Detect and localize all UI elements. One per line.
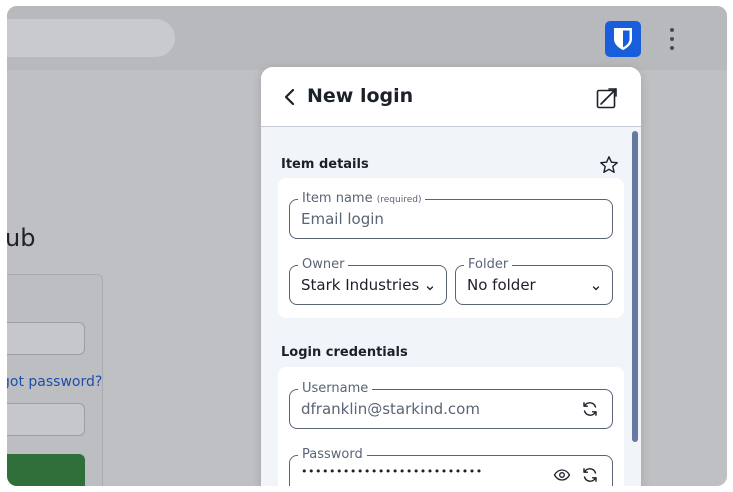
eye-icon[interactable] <box>552 465 572 485</box>
item-name-label: Item name (required) <box>298 191 426 208</box>
popout-icon[interactable] <box>595 86 619 110</box>
folder-label: Folder <box>464 257 513 273</box>
owner-label: Owner <box>298 257 349 273</box>
section-heading-login-credentials: Login credentials <box>281 345 408 360</box>
scrollbar[interactable] <box>632 131 638 442</box>
browser-toolbar <box>7 6 727 70</box>
background-forgot-link: got password? <box>7 374 103 390</box>
folder-select[interactable]: Folder No folder <box>455 257 613 305</box>
item-name-field[interactable]: Item name (required) Email login <box>289 191 613 239</box>
address-bar[interactable] <box>7 19 175 57</box>
generate-username-refresh-icon[interactable] <box>580 399 600 419</box>
username-input[interactable]: dfranklin@starkind.com <box>301 400 480 418</box>
chevron-down-icon <box>591 279 601 291</box>
item-name-input[interactable]: Email login <box>301 210 384 228</box>
chevron-down-icon <box>425 279 435 291</box>
section-heading-item-details: Item details <box>281 157 369 172</box>
popup-header: New login <box>261 67 641 127</box>
username-field[interactable]: Username dfranklin@starkind.com <box>289 381 613 429</box>
background-page-title: ub <box>7 224 36 252</box>
owner-value: Stark Industries <box>301 276 420 294</box>
generate-password-refresh-icon[interactable] <box>580 465 600 485</box>
browser-window: ub got password? New login Item details <box>7 6 727 486</box>
item-details-card: Item name (required) Email login Owner S… <box>278 178 624 318</box>
kebab-menu-icon[interactable] <box>664 26 680 52</box>
extension-popup: New login Item details Item name (requir… <box>261 67 641 486</box>
star-icon[interactable] <box>599 155 619 175</box>
background-button <box>7 454 85 486</box>
folder-value: No folder <box>467 276 536 294</box>
password-label: Password <box>298 447 367 463</box>
username-label: Username <box>298 381 373 397</box>
password-field[interactable]: Password •••••••••••••••••••••••••• <box>289 447 613 486</box>
bitwarden-shield-icon[interactable] <box>605 21 641 57</box>
background-input <box>7 322 85 355</box>
chevron-left-icon[interactable] <box>279 86 299 108</box>
page-title: New login <box>307 85 414 107</box>
login-credentials-card: Username dfranklin@starkind.com Password… <box>278 367 624 486</box>
owner-select[interactable]: Owner Stark Industries <box>289 257 447 305</box>
password-input[interactable]: •••••••••••••••••••••••••• <box>301 465 483 478</box>
background-input <box>7 403 85 436</box>
